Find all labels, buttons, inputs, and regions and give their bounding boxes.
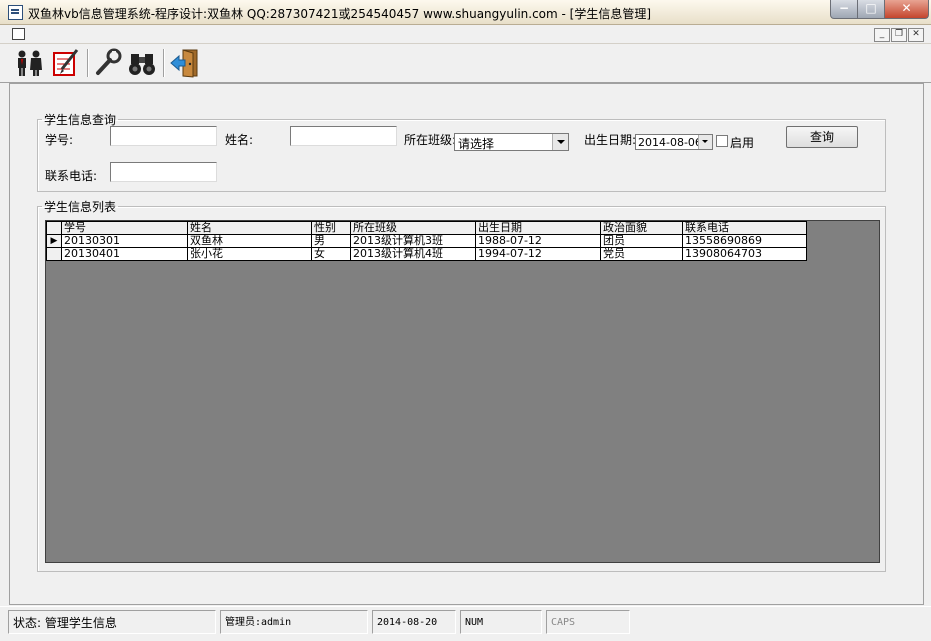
column-header[interactable]: 联系电话 bbox=[682, 221, 807, 235]
toolbar bbox=[0, 44, 931, 83]
students-icon[interactable] bbox=[12, 47, 46, 79]
exit-door-icon[interactable] bbox=[168, 47, 202, 79]
toolbar-separator bbox=[87, 49, 89, 77]
table-cell[interactable]: 13908064703 bbox=[682, 247, 807, 261]
table-cell[interactable]: 张小花 bbox=[187, 247, 312, 261]
table-row[interactable]: 20130401 张小花 女 2013级计算机4班 1994-07-12 党员 … bbox=[46, 247, 807, 261]
column-header[interactable]: 政治面貌 bbox=[600, 221, 683, 235]
student-no-label: 学号: bbox=[45, 133, 74, 147]
column-header[interactable]: 出生日期 bbox=[475, 221, 601, 235]
window-title: 双鱼林vb信息管理系统-程序设计:双鱼林 QQ:287307421或254540… bbox=[28, 7, 652, 21]
student-no-input[interactable] bbox=[110, 126, 217, 146]
mdi-close-button[interactable]: ✕ bbox=[908, 28, 924, 42]
name-label: 姓名: bbox=[225, 133, 254, 147]
row-selector[interactable] bbox=[46, 247, 62, 261]
column-header[interactable]: 性别 bbox=[311, 221, 351, 235]
column-header[interactable]: 姓名 bbox=[187, 221, 312, 235]
phone-input[interactable] bbox=[110, 162, 217, 182]
class-label: 所在班级: bbox=[404, 133, 457, 147]
mdi-restore-button[interactable]: ❐ bbox=[891, 28, 907, 42]
table-cell[interactable]: 20130301 bbox=[61, 234, 188, 248]
status-state: 状态: 管理学生信息 bbox=[8, 610, 216, 634]
mdi-child-icon[interactable] bbox=[12, 28, 25, 40]
table-cell[interactable]: 20130401 bbox=[61, 247, 188, 261]
chevron-down-icon[interactable] bbox=[698, 135, 712, 149]
table-cell[interactable]: 2013级计算机3班 bbox=[350, 234, 476, 248]
status-caps: CAPS bbox=[546, 610, 630, 634]
class-select[interactable]: 请选择 bbox=[454, 133, 569, 151]
table-cell[interactable]: 团员 bbox=[600, 234, 683, 248]
column-header[interactable]: 所在班级 bbox=[350, 221, 476, 235]
table-cell[interactable]: 党员 bbox=[600, 247, 683, 261]
app-icon[interactable] bbox=[8, 5, 23, 20]
status-num: NUM bbox=[460, 610, 542, 634]
table-cell[interactable]: 2013级计算机4班 bbox=[350, 247, 476, 261]
table-cell[interactable]: 双鱼林 bbox=[187, 234, 312, 248]
row-selector-icon[interactable]: ▶ bbox=[46, 234, 62, 248]
title-bar[interactable]: 双鱼林vb信息管理系统-程序设计:双鱼林 QQ:287307421或254540… bbox=[0, 0, 931, 25]
phone-label: 联系电话: bbox=[45, 169, 98, 183]
mdi-minimize-button[interactable]: _ bbox=[874, 28, 890, 42]
student-datagrid[interactable]: 学号 姓名 性别 所在班级 出生日期 政治面貌 联系电话 ▶ 20130301 … bbox=[45, 220, 880, 563]
table-cell[interactable]: 男 bbox=[311, 234, 351, 248]
mdi-menu-bar bbox=[0, 25, 931, 44]
chevron-down-icon[interactable] bbox=[552, 134, 568, 150]
maximize-button[interactable]: □ bbox=[857, 0, 885, 19]
enable-date-checkbox[interactable] bbox=[716, 135, 728, 147]
column-header[interactable]: 学号 bbox=[61, 221, 188, 235]
student-table: 学号 姓名 性别 所在班级 出生日期 政治面貌 联系电话 ▶ 20130301 … bbox=[46, 221, 807, 261]
table-cell[interactable]: 1994-07-12 bbox=[475, 247, 601, 261]
search-button[interactable]: 查询 bbox=[786, 126, 858, 148]
header-corner bbox=[46, 221, 62, 235]
status-date: 2014-08-20 bbox=[372, 610, 456, 634]
tools-icon[interactable] bbox=[91, 47, 125, 79]
status-admin: 管理员:admin bbox=[220, 610, 368, 634]
table-cell[interactable]: 13558690869 bbox=[682, 234, 807, 248]
birth-date-label: 出生日期: bbox=[584, 133, 637, 147]
minimize-button[interactable]: − bbox=[830, 0, 858, 19]
edit-notebook-icon[interactable] bbox=[49, 47, 83, 79]
birth-date-value: 2014-08-06 bbox=[638, 136, 702, 149]
binoculars-icon[interactable] bbox=[125, 47, 159, 79]
toolbar-separator bbox=[163, 49, 165, 77]
birth-date-picker[interactable]: 2014-08-06 bbox=[635, 134, 713, 150]
enable-date-label: 启用 bbox=[730, 136, 755, 150]
query-group-title: 学生信息查询 bbox=[44, 113, 117, 127]
status-bar: 状态: 管理学生信息 管理员:admin 2014-08-20 NUM CAPS bbox=[0, 606, 931, 641]
class-select-value: 请选择 bbox=[458, 137, 495, 151]
table-row[interactable]: ▶ 20130301 双鱼林 男 2013级计算机3班 1988-07-12 团… bbox=[46, 234, 807, 248]
name-input[interactable] bbox=[290, 126, 397, 146]
list-group-title: 学生信息列表 bbox=[44, 200, 117, 214]
table-cell[interactable]: 女 bbox=[311, 247, 351, 261]
table-cell[interactable]: 1988-07-12 bbox=[475, 234, 601, 248]
table-header-row: 学号 姓名 性别 所在班级 出生日期 政治面貌 联系电话 bbox=[46, 221, 807, 235]
close-button[interactable]: ✕ bbox=[884, 0, 929, 19]
